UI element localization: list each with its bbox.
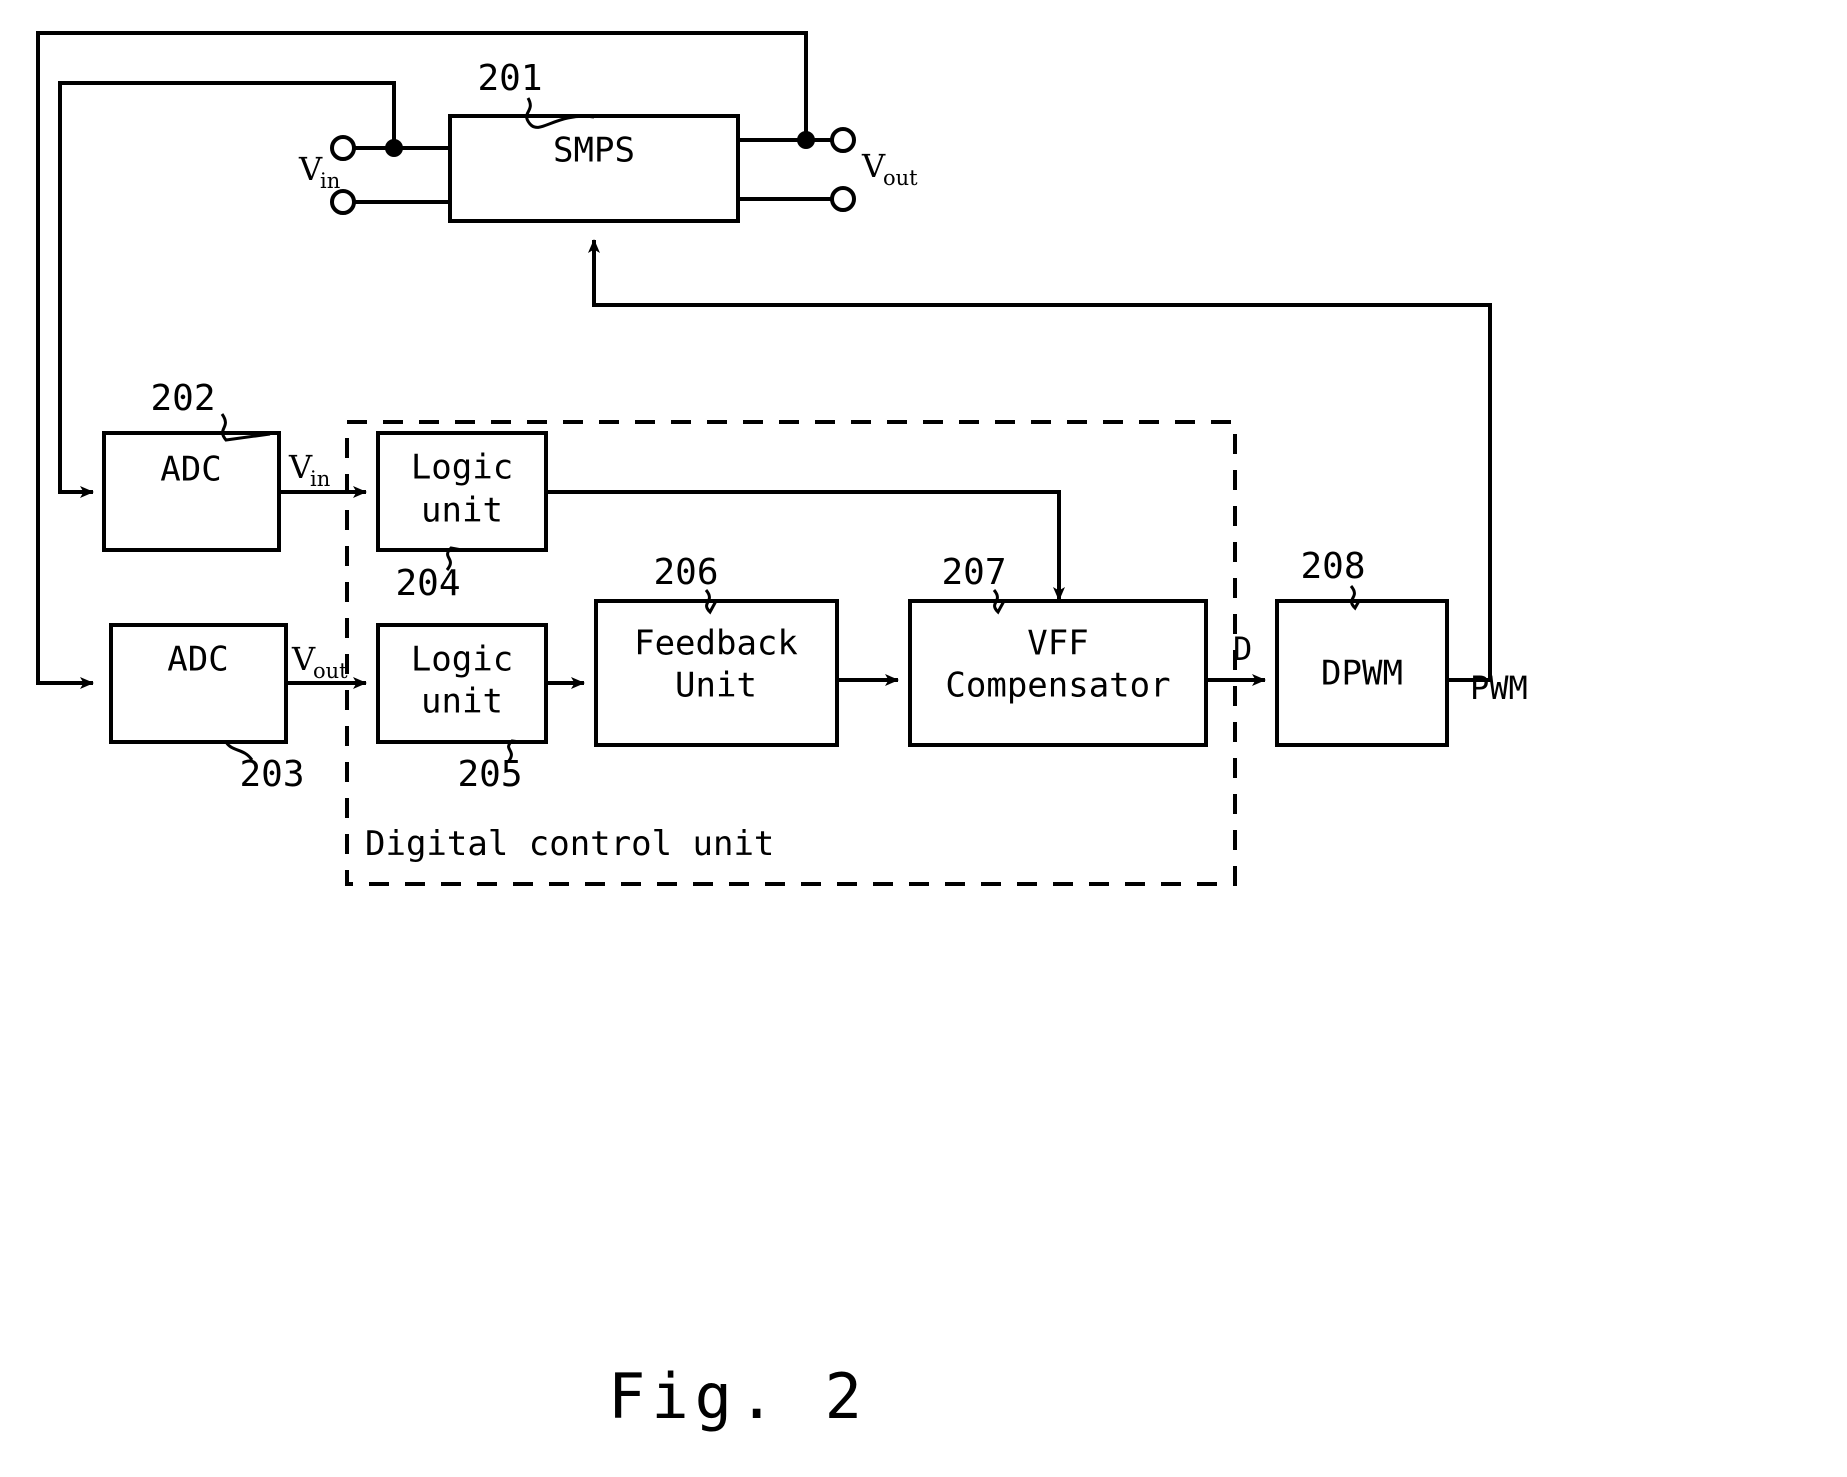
ref-number-203: 203 (224, 741, 305, 795)
block-vff-compensator-label-line2: Compensator (945, 666, 1170, 706)
block-feedback-unit-label-line2: Unit (675, 666, 757, 706)
block-logic-unit-vin-label-line1: Logic (411, 448, 513, 488)
block-smps: SMPS (448, 114, 740, 223)
ref-number-205: 205 (457, 739, 523, 795)
svg-text:207: 207 (941, 552, 1006, 593)
svg-text:203: 203 (239, 754, 304, 795)
block-adc-vout: ADC (109, 623, 288, 744)
svg-text:208: 208 (1300, 546, 1365, 587)
block-smps-label: SMPS (553, 131, 635, 171)
vout-terminal-sub: out (883, 166, 918, 190)
duty-signal-label: D (1233, 630, 1252, 668)
block-feedback-unit-label-line1: Feedback (634, 624, 798, 664)
ref-number-202: 202 (150, 378, 271, 442)
block-adc-vout-label: ADC (167, 640, 228, 680)
wire-vff-to-dpwm: D (1206, 630, 1266, 686)
vin-bus-sub: in (310, 467, 330, 491)
svg-text:201: 201 (477, 58, 542, 99)
wire-vin-bus: V in (279, 448, 367, 498)
block-logic-unit-vin: Logic unit (376, 431, 548, 552)
block-logic-unit-vout-label-line2: unit (421, 682, 503, 722)
vin-terminal-sub: in (320, 169, 340, 193)
svg-text:206: 206 (653, 552, 718, 593)
ref-number-208: 208 (1300, 546, 1366, 611)
pwm-output-label: PWM (1470, 669, 1528, 707)
block-vff-compensator: VFF Compensator (908, 599, 1208, 747)
vout-bus-sub: out (313, 659, 348, 683)
terminal-vin-negative (330, 189, 450, 215)
patent-figure-page: SMPS 201 V in V out Digital control unit… (0, 0, 1847, 1477)
terminal-vout-positive (738, 127, 856, 153)
terminal-vout-negative (738, 186, 856, 212)
block-adc-vin: ADC (102, 431, 281, 552)
block-dpwm-label: DPWM (1321, 654, 1403, 694)
ref-number-204: 204 (395, 546, 463, 604)
wire-vout-bus: V out (286, 640, 367, 689)
svg-text:204: 204 (395, 563, 460, 604)
block-dpwm: DPWM (1275, 599, 1449, 747)
svg-text:PWM: PWM (1470, 669, 1528, 707)
block-logic-unit-vin-label-line2: unit (421, 491, 503, 531)
block-logic-unit-vout-label-line1: Logic (411, 640, 513, 680)
block-adc-vin-label: ADC (160, 450, 221, 490)
svg-text:205: 205 (457, 754, 522, 795)
terminal-vin-positive (330, 135, 450, 161)
terminal-vout-label: V out (861, 147, 918, 190)
block-feedback-unit: Feedback Unit (594, 599, 839, 747)
block-logic-unit-vout: Logic unit (376, 623, 548, 744)
digital-control-unit-label: Digital control unit (365, 824, 774, 864)
block-diagram-canvas: SMPS 201 V in V out Digital control unit… (36, 31, 1528, 1433)
svg-text:202: 202 (150, 378, 215, 419)
block-vff-compensator-label-line1: VFF (1027, 624, 1088, 664)
figure-caption: Fig. 2 (608, 1360, 868, 1433)
